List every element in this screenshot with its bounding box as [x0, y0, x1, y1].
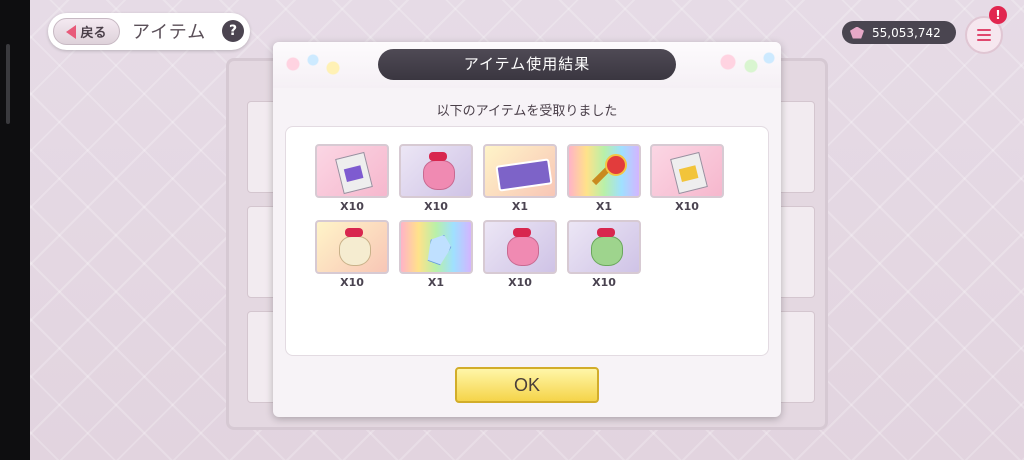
item-quantity: X10 [508, 276, 532, 289]
list-item[interactable]: X10 [650, 144, 724, 213]
item-quantity: X10 [340, 276, 364, 289]
item-quantity: X10 [675, 200, 699, 213]
item-thumb [567, 220, 641, 274]
bag-icon [339, 236, 371, 266]
item-thumb [399, 220, 473, 274]
bow-icon [429, 152, 447, 161]
item-quantity: X1 [595, 200, 613, 213]
gem-icon [850, 26, 864, 39]
list-item[interactable]: X1 [399, 220, 473, 289]
back-arrow-icon [66, 24, 77, 39]
item-thumb [315, 220, 389, 274]
list-item[interactable]: X10 [399, 144, 473, 213]
list-item[interactable]: X1 [483, 144, 557, 213]
item-quantity: X1 [427, 276, 445, 289]
bow-icon [513, 228, 531, 237]
crystal-icon [424, 231, 455, 267]
item-quantity: X10 [340, 200, 364, 213]
bag-icon [507, 236, 539, 266]
item-quantity: X10 [592, 276, 616, 289]
list-item[interactable]: X10 [567, 220, 641, 289]
currency-amount: 55,053,742 [872, 25, 941, 40]
item-thumb [650, 144, 724, 198]
back-button[interactable]: 戻る [53, 18, 120, 45]
list-item[interactable]: X10 [315, 220, 389, 289]
dialog-title: アイテム使用結果 [378, 49, 676, 80]
bag-icon [423, 160, 455, 190]
received-items-grid: X10 X10 X1 X1 X10 X10 X1 X10 X10 [285, 126, 769, 356]
list-item[interactable]: X1 [567, 144, 641, 213]
dialog-subtitle: 以下のアイテムを受取りました [436, 104, 618, 119]
ticket-icon [495, 158, 553, 192]
book-icon [335, 151, 373, 195]
device-edge [0, 0, 30, 460]
back-label: 戻る [80, 26, 107, 41]
bow-icon [345, 228, 363, 237]
page-title: アイテム [132, 22, 207, 43]
notification-badge: ! [989, 6, 1007, 24]
help-icon[interactable]: ? [222, 20, 244, 42]
item-thumb [567, 144, 641, 198]
item-quantity: X10 [424, 200, 448, 213]
edge-tab[interactable] [6, 44, 10, 124]
bow-icon [597, 228, 615, 237]
ok-button[interactable]: OK [455, 367, 599, 403]
item-quantity: X1 [511, 200, 529, 213]
list-item[interactable]: X10 [483, 220, 557, 289]
item-result-dialog: アイテム使用結果 以下のアイテムを受取りました X10 X10 X1 X1 X1… [273, 42, 781, 417]
currency-display: 55,053,742 [842, 21, 956, 44]
list-item[interactable]: X10 [315, 144, 389, 213]
book-icon [670, 151, 708, 195]
bag-icon [591, 236, 623, 266]
item-thumb [399, 144, 473, 198]
item-thumb [315, 144, 389, 198]
menu-icon [977, 29, 991, 31]
item-thumb [483, 220, 557, 274]
item-thumb [483, 144, 557, 198]
